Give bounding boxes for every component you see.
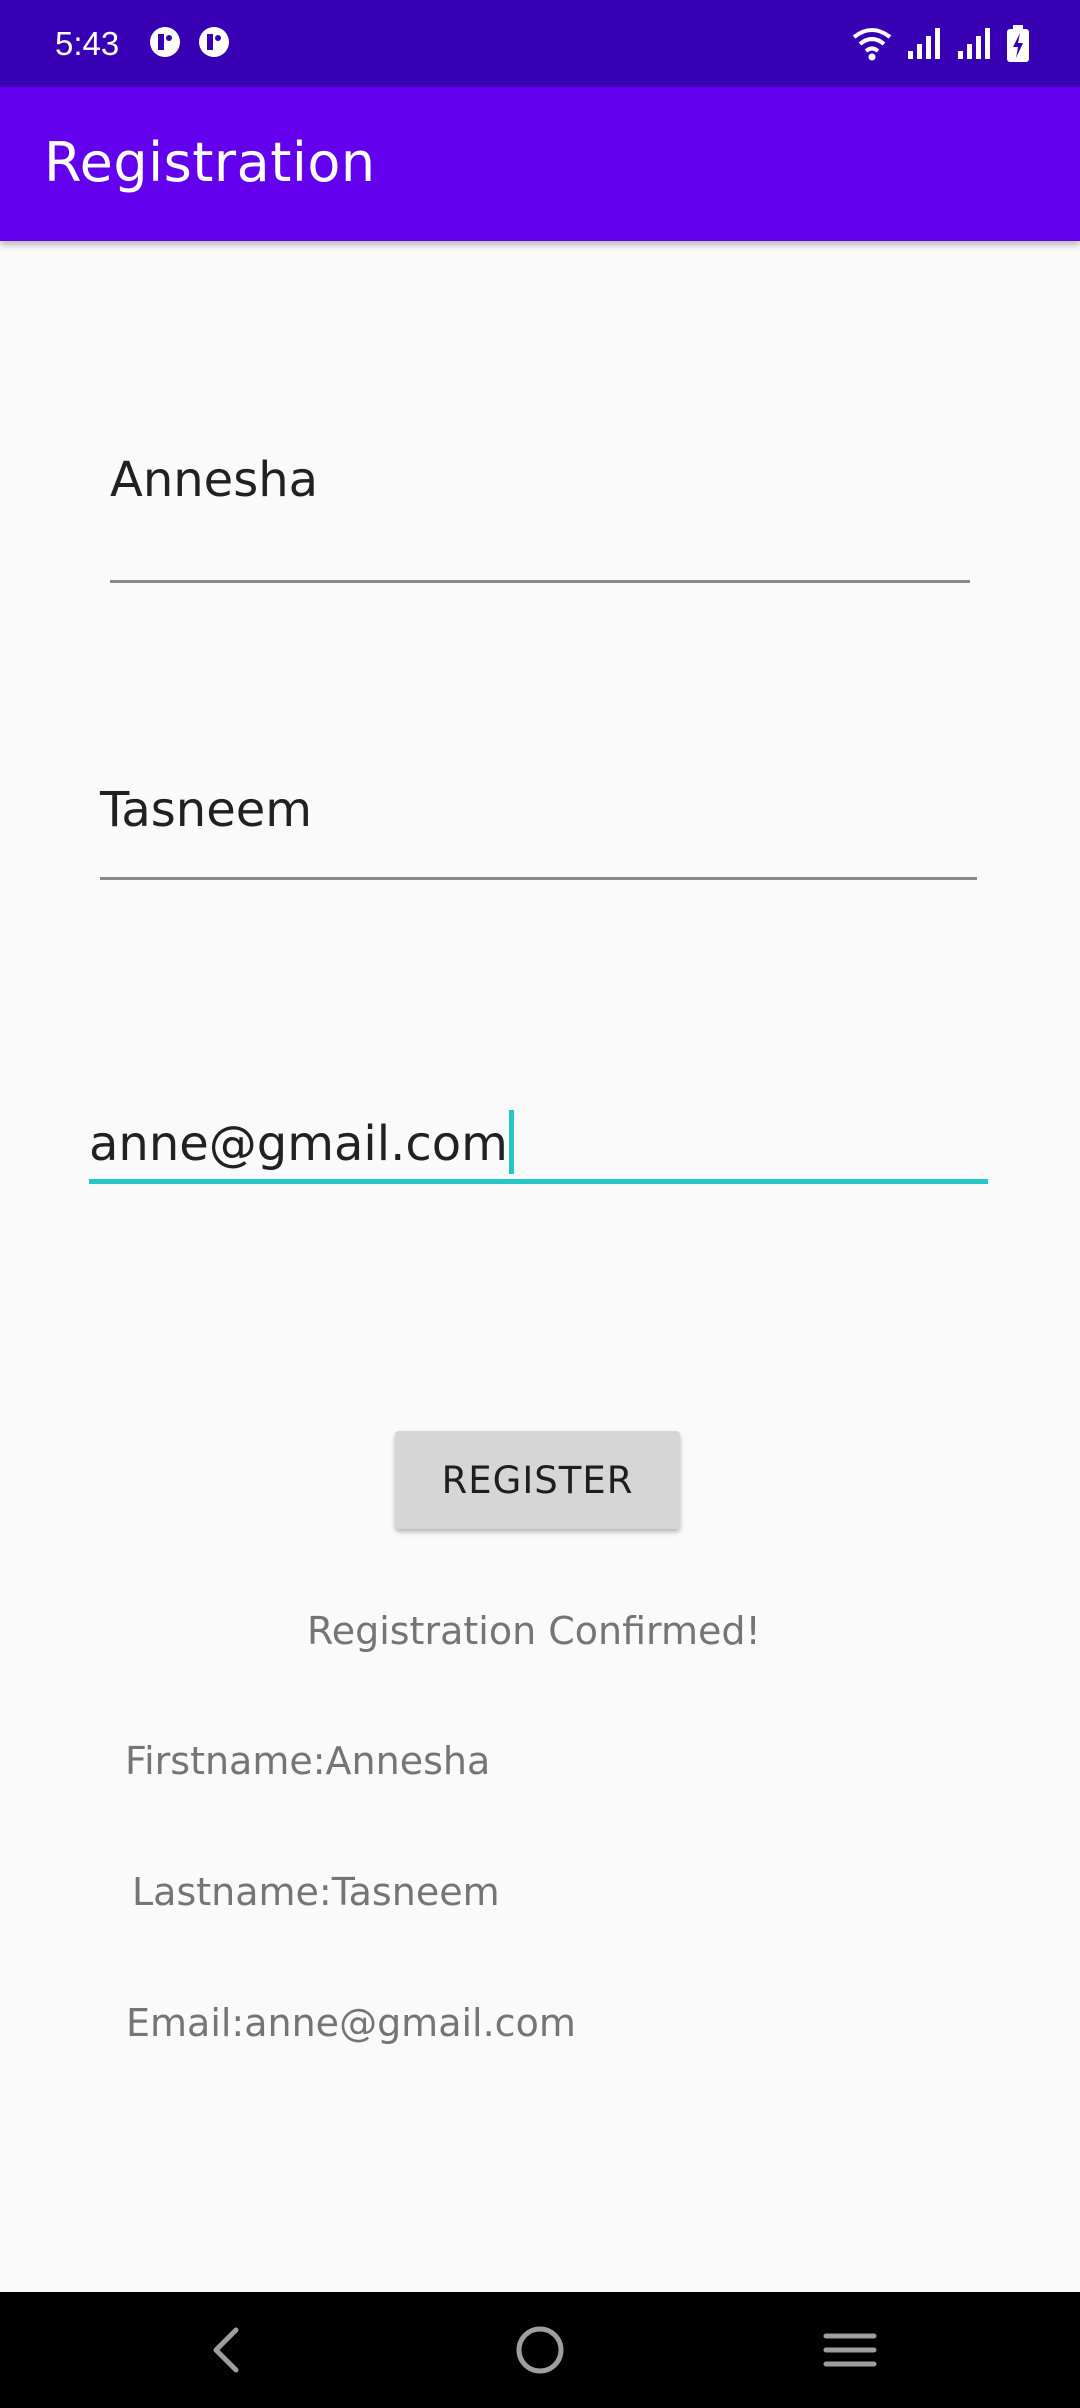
status-bar: 5:43 xyxy=(0,0,1080,87)
first-name-underline xyxy=(110,580,970,583)
text-cursor xyxy=(508,1110,514,1174)
page-title: Registration xyxy=(44,131,376,194)
notification-icon xyxy=(199,27,229,57)
signal-icon xyxy=(908,28,940,59)
recents-icon[interactable] xyxy=(820,2320,880,2380)
firstname-result: Firstname:Annesha xyxy=(125,1739,491,1783)
last-name-value: Tasneem xyxy=(100,782,313,838)
battery-charging-icon xyxy=(1007,25,1029,62)
confirmation-message: Registration Confirmed! xyxy=(307,1609,761,1653)
app-bar: Registration xyxy=(0,87,1080,241)
home-icon[interactable] xyxy=(510,2320,570,2380)
register-button[interactable]: REGISTER xyxy=(395,1431,680,1529)
status-time: 5:43 xyxy=(55,25,120,62)
signal-icon xyxy=(958,28,990,59)
back-icon[interactable] xyxy=(198,2320,258,2380)
last-name-underline xyxy=(100,877,977,880)
wifi-icon xyxy=(852,28,892,61)
navigation-bar xyxy=(0,2292,1080,2408)
first-name-value: Annesha xyxy=(110,452,319,508)
notification-icon xyxy=(150,27,180,57)
email-value-wrap: anne@gmail.com xyxy=(89,1110,514,1174)
last-name-field[interactable]: Tasneem xyxy=(100,780,977,885)
email-underline xyxy=(89,1179,988,1184)
email-field[interactable]: anne@gmail.com xyxy=(89,1108,988,1188)
first-name-field[interactable]: Annesha xyxy=(110,450,970,585)
email-result: Email:anne@gmail.com xyxy=(126,2001,576,2045)
email-value: anne@gmail.com xyxy=(89,1116,508,1172)
status-icons xyxy=(852,22,1030,66)
lastname-result: Lastname:Tasneem xyxy=(132,1870,500,1914)
